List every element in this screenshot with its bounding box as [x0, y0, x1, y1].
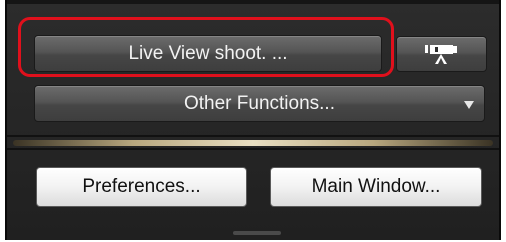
- dropdown-arrow-icon: [464, 101, 474, 109]
- divider-line-top: [7, 135, 499, 137]
- resize-handle[interactable]: [233, 231, 281, 235]
- divider-line-bottom: [7, 148, 499, 150]
- main-window-button[interactable]: Main Window...: [270, 167, 482, 207]
- control-panel: Live View shoot. ... Other Functions... …: [5, 0, 501, 240]
- live-view-shoot-button[interactable]: Live View shoot. ...: [34, 35, 382, 72]
- preferences-label: Preferences...: [82, 176, 201, 197]
- divider-accent: [13, 140, 493, 146]
- movie-mode-button[interactable]: [396, 36, 487, 72]
- main-window-label: Main Window...: [311, 176, 441, 197]
- other-functions-label: Other Functions...: [183, 92, 335, 114]
- preferences-button[interactable]: Preferences...: [36, 167, 247, 207]
- panel-top-edge: [7, 0, 499, 4]
- movie-camera-icon: [424, 45, 457, 64]
- other-functions-dropdown[interactable]: Other Functions...: [34, 85, 485, 122]
- live-view-shoot-label: Live View shoot. ...: [128, 42, 288, 64]
